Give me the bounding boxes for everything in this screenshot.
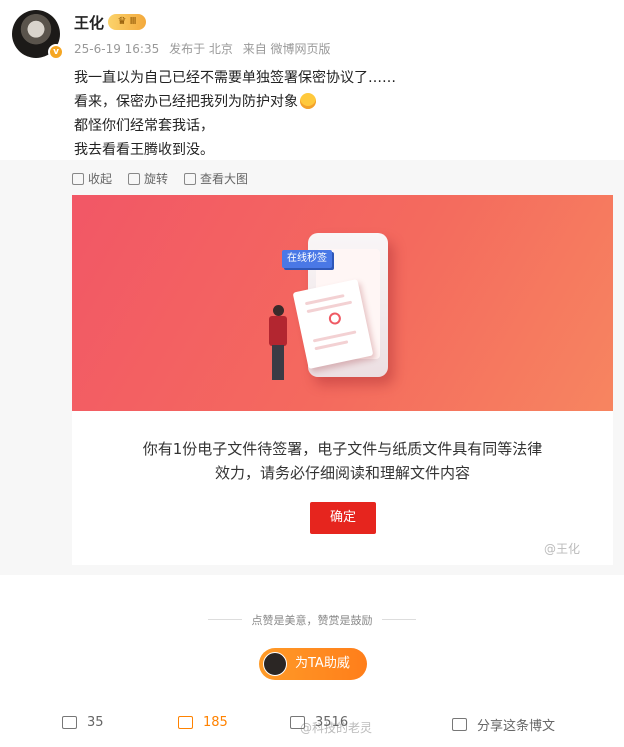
post-header: v 王化 ♛ Ⅲ 25-6-19 16:35 发布于 北京 来自 微博网页版 我… [0, 0, 624, 160]
post-line-4: 我去看看王腾收到没。 [74, 142, 214, 158]
action-bar: 35 185 @科技的老灵 3516 分享这条博文 [0, 707, 624, 739]
post-timestamp[interactable]: 25-6-19 16:35 [74, 42, 159, 56]
media-toolbar: 收起 旋转 查看大图 [72, 170, 248, 187]
comment-button[interactable]: 185 [178, 715, 228, 730]
collapse-icon [72, 172, 84, 185]
collapse-button[interactable]: 收起 [72, 170, 112, 187]
rotate-icon [128, 172, 141, 185]
image-watermark: @王化 [544, 542, 581, 556]
thumbs-up-icon [290, 716, 305, 729]
crown-badge-icon[interactable]: ♛ Ⅲ [108, 14, 146, 30]
post-meta: 25-6-19 16:35 发布于 北京 来自 微博网页版 [74, 40, 337, 57]
post-text: 我一直以为自己已经不需要单独签署保密协议了…… 看来，保密办已经把我列为防护对象… [74, 66, 396, 162]
rotate-button[interactable]: 旋转 [128, 170, 168, 187]
view-large-button[interactable]: 查看大图 [184, 170, 248, 187]
document-message: 你有1份电子文件待签署，电子文件与纸质文件具有同等法律 效力，请务必仔细阅读和理… [142, 440, 543, 482]
repost-icon [62, 716, 77, 729]
person-illustration [267, 305, 289, 381]
share-button[interactable]: 分享这条博文 [452, 715, 555, 734]
cheer-avatar [263, 652, 287, 676]
document-image[interactable]: 在线秒签 你有1份电子文件待签署，电子文件与纸质文件具有同等法律 效力，请务必仔… [72, 195, 613, 565]
share-icon [452, 718, 467, 731]
cheer-button[interactable]: 为TA助威 [259, 648, 367, 680]
magnify-icon [184, 172, 197, 185]
post-line-2: 看来，保密办已经把我列为防护对象 [74, 90, 396, 114]
post-line-3: 都怪你们经常套我话， [74, 118, 214, 134]
repost-button[interactable]: 35 [62, 715, 104, 730]
verified-icon: v [48, 44, 64, 60]
author-name[interactable]: 王化 [74, 12, 104, 33]
sign-tag: 在线秒签 [282, 250, 332, 268]
post-line-1: 我一直以为自己已经不需要单独签署保密协议了…… [74, 70, 396, 86]
like-button[interactable]: 3516 [290, 715, 348, 730]
comment-icon [178, 716, 193, 729]
reward-slogan: 点赞是美意，赞赏是鼓励 [208, 612, 416, 628]
post-location: 发布于 北京 [169, 42, 233, 56]
media-panel: 收起 旋转 查看大图 在线秒签 你有1份电子文件待签署，电子文件与纸质文件具有同… [0, 160, 624, 575]
post-source: 来自 微博网页版 [242, 42, 331, 56]
banner-illustration: 在线秒签 [72, 195, 613, 411]
crying-emoji-icon [300, 93, 316, 109]
confirm-button[interactable]: 确定 [310, 502, 376, 534]
seal-icon [327, 311, 343, 326]
